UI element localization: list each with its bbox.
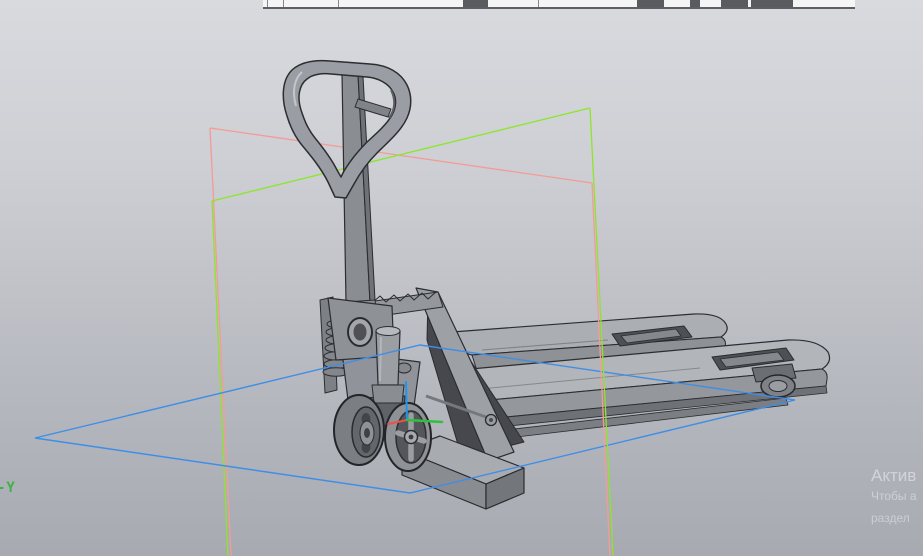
profile-plane-left-edge[interactable] — [211, 200, 229, 556]
pallet-truck-model[interactable] — [282, 59, 831, 510]
front-wheel-hub-hole — [408, 434, 414, 440]
watermark-line3: раздел — [871, 511, 910, 525]
rear-wheel-hub-hole — [364, 428, 370, 438]
model-scene[interactable] — [0, 0, 923, 556]
frontal-plane-top-edge[interactable] — [209, 127, 593, 184]
axis-z-line[interactable] — [405, 381, 408, 421]
axis-label-negative-y: -Y — [0, 480, 16, 496]
tip-roller-hub — [768, 380, 788, 392]
frontal-plane-left-edge[interactable] — [209, 127, 232, 556]
cad-viewport[interactable]: -Y Актив Чтобы а раздел — [0, 0, 923, 556]
watermark-line2: Чтобы а — [871, 489, 917, 503]
pivot-hole — [353, 323, 367, 341]
watermark-line1: Актив — [871, 466, 917, 485]
piston-block — [371, 384, 405, 404]
cylinder-cap — [375, 326, 401, 336]
rod-pin-hole — [489, 418, 493, 422]
cylinder-highlight — [379, 336, 382, 382]
